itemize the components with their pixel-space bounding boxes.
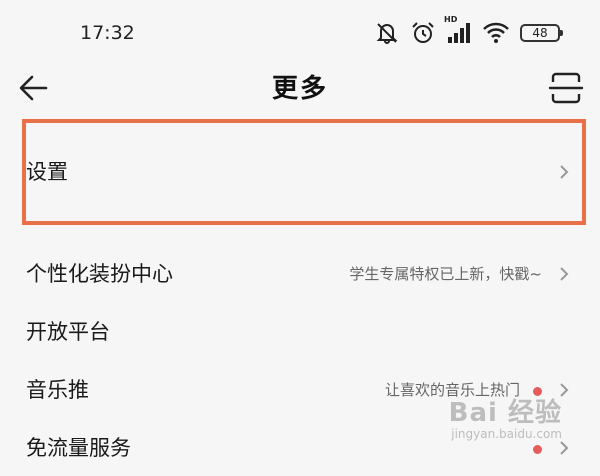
- list-item-hint: 让喜欢的音乐上热门: [384, 381, 520, 399]
- list-item-personalization[interactable]: 个性化装扮中心 学生专属特权已上新，快戳~: [0, 246, 600, 302]
- scan-icon: [548, 72, 584, 104]
- list-item-label: 开放平台: [26, 320, 110, 344]
- scan-button[interactable]: [548, 70, 584, 106]
- chevron-right-icon: [560, 267, 569, 281]
- page-title: 更多: [271, 74, 328, 104]
- battery-icon: 48: [520, 24, 563, 42]
- signal-icon: HD: [444, 15, 472, 45]
- status-bar: 17:32 HD 48: [0, 0, 600, 62]
- list-item-settings[interactable]: 设置: [0, 144, 600, 200]
- status-icons: HD 48: [374, 15, 563, 48]
- list-item-music-promo[interactable]: 音乐推 让喜欢的音乐上热门: [0, 362, 600, 418]
- status-time: 17:32: [80, 22, 135, 44]
- list-item-hint: 学生专属特权已上新，快戳~: [349, 265, 542, 283]
- alarm-icon: [410, 20, 436, 46]
- chevron-right-icon: [560, 441, 569, 455]
- chevron-right-icon: [560, 165, 569, 179]
- battery-level: 48: [532, 26, 548, 40]
- chevron-right-icon: [560, 383, 569, 397]
- notification-dot: [533, 387, 542, 396]
- list-item-label: 个性化装扮中心: [26, 262, 173, 286]
- list-item-label: 音乐推: [26, 378, 89, 402]
- network-badge: HD: [444, 15, 458, 24]
- list-item-label: 免流量服务: [26, 436, 131, 460]
- wifi-icon: [482, 22, 510, 44]
- list-item-open-platform[interactable]: 开放平台: [0, 304, 600, 360]
- list-item-label: 设置: [26, 160, 68, 184]
- header: 更多: [0, 62, 600, 112]
- mute-icon: [374, 20, 400, 46]
- list-item-data-free-service[interactable]: 免流量服务: [0, 420, 600, 476]
